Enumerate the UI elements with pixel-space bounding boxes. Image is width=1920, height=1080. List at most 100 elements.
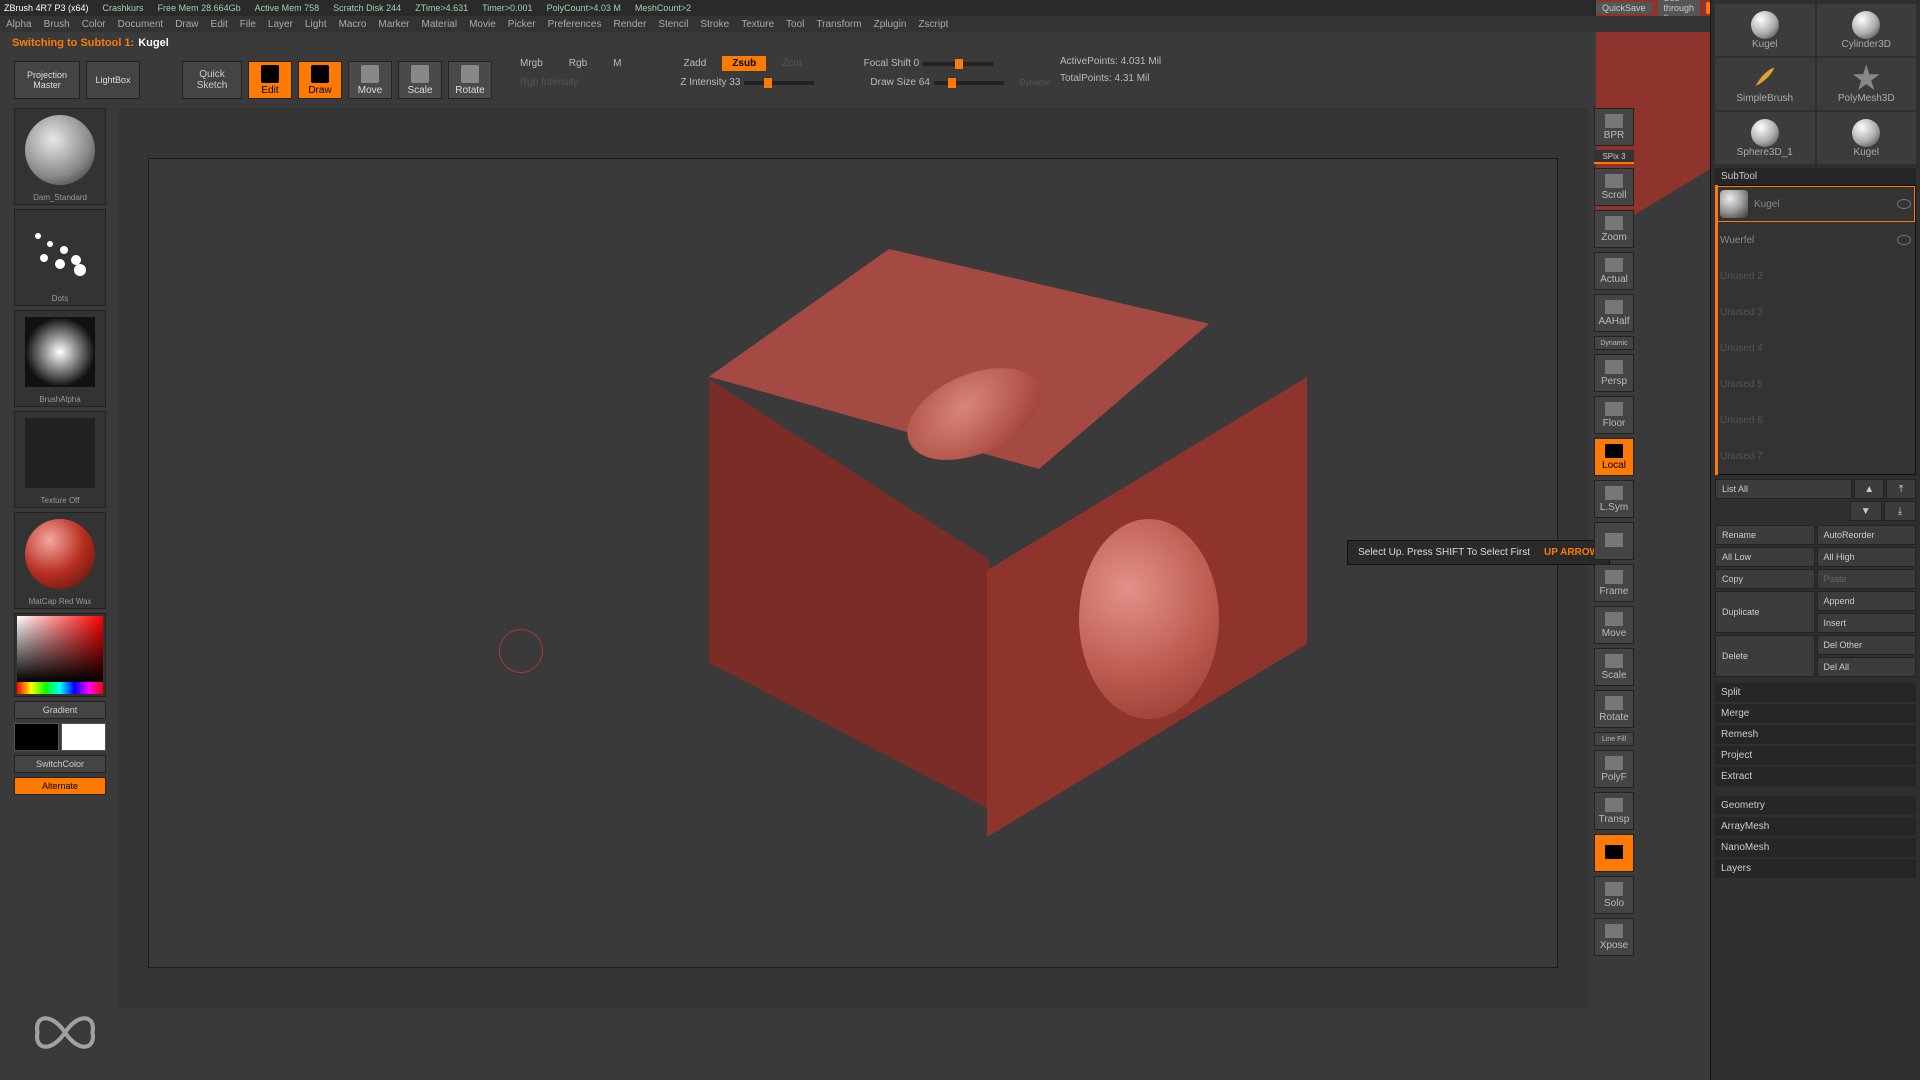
local-button[interactable]: Local [1594, 438, 1634, 476]
visibility-icon[interactable] [1897, 199, 1911, 209]
menu-alpha[interactable]: Alpha [6, 19, 32, 30]
insert-button[interactable]: Insert [1817, 613, 1917, 633]
append-button[interactable]: Append [1817, 591, 1917, 611]
move-nav-button[interactable]: Move [1594, 606, 1634, 644]
all-low-button[interactable]: All Low [1715, 547, 1815, 567]
copy-button[interactable]: Copy [1715, 569, 1815, 589]
select-down-button[interactable]: ▼ [1850, 501, 1882, 521]
paste-button[interactable]: Paste [1817, 569, 1917, 589]
menu-draw[interactable]: Draw [175, 19, 198, 30]
subtool-row-wuerfel[interactable]: Wuerfel [1716, 222, 1915, 258]
select-up-button[interactable]: ▲ [1854, 479, 1884, 499]
zsub-toggle[interactable]: Zsub [722, 56, 766, 71]
menu-edit[interactable]: Edit [211, 19, 228, 30]
spix-slider[interactable]: SPix 3 [1594, 150, 1634, 164]
mesh-cube[interactable] [609, 249, 1249, 909]
menu-tool[interactable]: Tool [786, 19, 804, 30]
rotate-mode-button[interactable]: Rotate [448, 61, 492, 99]
del-other-button[interactable]: Del Other [1817, 635, 1917, 655]
geometry-section[interactable]: Geometry [1715, 796, 1916, 815]
arraymesh-section[interactable]: ArrayMesh [1715, 817, 1916, 836]
primary-color[interactable] [61, 723, 106, 751]
mrgb-toggle[interactable]: Mrgb [510, 56, 553, 71]
del-all-button[interactable]: Del All [1817, 657, 1917, 677]
tool-sphere3d[interactable]: Sphere3D_1 [1715, 112, 1815, 164]
menu-movie[interactable]: Movie [469, 19, 496, 30]
layers-section[interactable]: Layers [1715, 859, 1916, 878]
zoom-button[interactable]: Zoom [1594, 210, 1634, 248]
actual-button[interactable]: Actual [1594, 252, 1634, 290]
polyf-button[interactable]: PolyF [1594, 750, 1634, 788]
bpr-button[interactable]: BPR [1594, 108, 1634, 146]
menu-preferences[interactable]: Preferences [548, 19, 602, 30]
tool-kugel-2[interactable]: Kugel [1817, 112, 1917, 164]
floor-button[interactable]: Floor [1594, 396, 1634, 434]
dynamic-button[interactable]: Dynamic [1594, 336, 1634, 350]
menu-zscript[interactable]: Zscript [918, 19, 948, 30]
menu-texture[interactable]: Texture [741, 19, 774, 30]
menu-picker[interactable]: Picker [508, 19, 536, 30]
secondary-color[interactable] [14, 723, 59, 751]
menu-render[interactable]: Render [614, 19, 647, 30]
edit-mode-button[interactable]: Edit [248, 61, 292, 99]
rotate-nav-button[interactable]: Rotate [1594, 690, 1634, 728]
menu-transform[interactable]: Transform [816, 19, 861, 30]
aahalf-button[interactable]: AAHalf [1594, 294, 1634, 332]
lsym-button[interactable]: L.Sym [1594, 480, 1634, 518]
menu-stroke[interactable]: Stroke [700, 19, 729, 30]
menu-file[interactable]: File [240, 19, 256, 30]
menu-document[interactable]: Document [118, 19, 164, 30]
move-down-button[interactable]: ⤓ [1884, 501, 1916, 521]
rgb-toggle[interactable]: Rgb [559, 56, 597, 71]
subtool-header[interactable]: SubTool [1715, 168, 1916, 185]
menu-stencil[interactable]: Stencil [658, 19, 688, 30]
material-selector[interactable]: MatCap Red Wax [14, 512, 106, 609]
menu-marker[interactable]: Marker [378, 19, 409, 30]
tool-simplebrush[interactable]: SimpleBrush [1715, 58, 1815, 110]
scale-mode-button[interactable]: Scale [398, 61, 442, 99]
visibility-icon[interactable] [1897, 235, 1911, 245]
project-section[interactable]: Project [1715, 746, 1916, 765]
texture-selector[interactable]: Texture Off [14, 411, 106, 508]
move-up-button[interactable]: ⤒ [1886, 479, 1916, 499]
scroll-button[interactable]: Scroll [1594, 168, 1634, 206]
alpha-selector[interactable]: BrushAlpha [14, 310, 106, 407]
menu-macro[interactable]: Macro [339, 19, 367, 30]
extract-section[interactable]: Extract [1715, 767, 1916, 786]
tool-cylinder3d[interactable]: Cylinder3D [1817, 4, 1917, 56]
autoreorder-button[interactable]: AutoReorder [1817, 525, 1917, 545]
zcut-toggle[interactable]: Zcut [772, 56, 811, 71]
delete-button[interactable]: Delete [1715, 635, 1815, 677]
menu-color[interactable]: Color [82, 19, 106, 30]
frame-button[interactable]: Frame [1594, 564, 1634, 602]
menu-layer[interactable]: Layer [268, 19, 293, 30]
menu-zplugin[interactable]: Zplugin [874, 19, 907, 30]
color-picker[interactable] [14, 613, 106, 697]
move-mode-button[interactable]: Move [348, 61, 392, 99]
linefill-button[interactable]: Line Fill [1594, 732, 1634, 746]
remesh-section[interactable]: Remesh [1715, 725, 1916, 744]
stroke-selector[interactable]: Dots [14, 209, 106, 306]
persp-button[interactable]: Persp [1594, 354, 1634, 392]
ghost-button[interactable] [1594, 834, 1634, 872]
menu-brush[interactable]: Brush [44, 19, 70, 30]
duplicate-button[interactable]: Duplicate [1715, 591, 1815, 633]
alternate-button[interactable]: Alternate [14, 777, 106, 795]
zadd-toggle[interactable]: Zadd [674, 56, 717, 71]
all-high-button[interactable]: All High [1817, 547, 1917, 567]
list-all-button[interactable]: List All [1715, 479, 1852, 499]
menu-material[interactable]: Material [422, 19, 458, 30]
merge-section[interactable]: Merge [1715, 704, 1916, 723]
draw-mode-button[interactable]: Draw [298, 61, 342, 99]
tool-kugel[interactable]: Kugel [1715, 4, 1815, 56]
quicksave-button[interactable]: QuickSave [1596, 2, 1652, 14]
xpose-button[interactable]: Xpose [1594, 918, 1634, 956]
lightbox-button[interactable]: LightBox [86, 61, 140, 99]
projection-master-button[interactable]: Projection Master [14, 61, 80, 99]
gradient-toggle[interactable]: Gradient [14, 701, 106, 719]
subtool-row-kugel[interactable]: Kugel [1716, 186, 1915, 222]
brush-selector[interactable]: Dam_Standard [14, 108, 106, 205]
solo-button[interactable]: Solo [1594, 876, 1634, 914]
m-toggle[interactable]: M [603, 56, 631, 71]
z-intensity-slider[interactable]: Z Intensity 33 [680, 77, 814, 88]
